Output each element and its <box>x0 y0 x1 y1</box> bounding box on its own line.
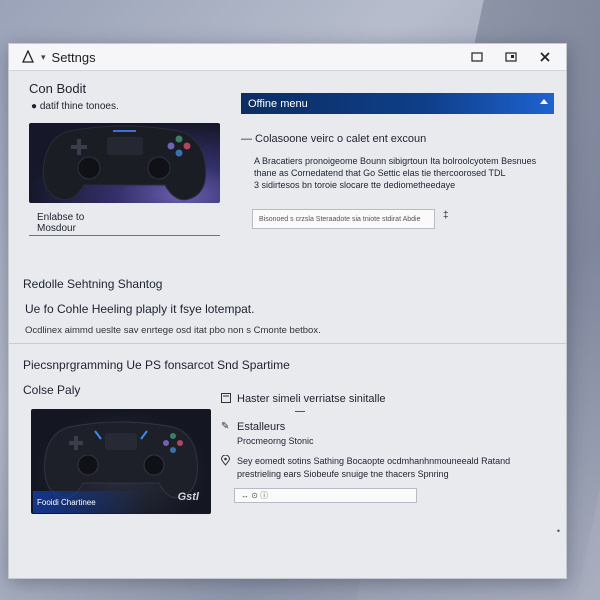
brand-mark: Gstl <box>177 491 199 503</box>
caption-underline <box>29 235 220 236</box>
controller-caption-lower: Fooidi Chartinee <box>33 491 147 513</box>
title-bar: ▾ Settngs <box>9 44 566 71</box>
caret-up-icon <box>540 99 548 104</box>
section-heading-ps: Piecsnprgramming Ue PS fonsarcot Snd Spa… <box>23 358 290 372</box>
section-heading-controller: Con Bodit <box>29 81 87 96</box>
feature-row-1-label: Haster simeli verriatse sinitalle <box>237 393 386 405</box>
description-line-2: thane as Cornedatend that Go Settic elas… <box>254 168 506 178</box>
feature-row-2-title: Estalleurs <box>237 421 286 433</box>
right-description: A Bracatiers pronoigeome Bounn sibigrtou… <box>254 155 554 191</box>
app-logo-icon <box>21 50 35 63</box>
right-section-title: — Colasoone veirc o calet ent excoun <box>241 133 427 145</box>
description-line-1: A Bracatiers pronoigeome Bounn sibigrtou… <box>254 156 537 166</box>
chevron-down-icon[interactable]: ▾ <box>41 52 46 63</box>
input-value: Bisonoed s crzsla Steraadote sia tniote … <box>259 215 421 223</box>
offline-menu-dropdown[interactable]: Offine menu <box>241 93 554 114</box>
caption-line-1: Enlabse to <box>37 212 85 223</box>
settings-window: ▾ Settngs Con Bodit ● datif thine tonoes… <box>8 43 567 579</box>
close-button[interactable] <box>528 44 562 70</box>
window-title: Settngs <box>51 49 96 65</box>
remote-description: Ocdlinex aimmd ueslte sav enrtege osd it… <box>25 325 321 336</box>
feature-row-3-line-1: Sey eomedt sotins Sathing Bocaopte ocdmh… <box>237 456 511 466</box>
gamepad-icon <box>42 125 207 201</box>
controller-image <box>29 123 220 203</box>
row-separator <box>295 411 305 412</box>
minimize-icon <box>471 52 483 62</box>
description-line-3: 3 sidirtesos bn toroie slocare tte dedio… <box>254 180 456 190</box>
dropdown-label: Offine menu <box>248 97 308 110</box>
restore-icon <box>505 52 517 62</box>
lower-select[interactable]: ↔ ⊙ ⓘ <box>234 488 417 503</box>
controller-image-lower: Fooidi Chartinee Gstl <box>31 409 211 514</box>
feature-row-3[interactable]: Sey eomedt sotins Sathing Bocaopte ocdmh… <box>220 454 511 481</box>
select-value: ↔ ⊙ ⓘ <box>241 491 269 500</box>
minimize-button[interactable] <box>460 44 494 70</box>
location-icon <box>220 454 233 469</box>
restore-button[interactable] <box>494 44 528 70</box>
checkbox-icon[interactable] <box>221 393 233 406</box>
caption-line-2: Mosdour <box>37 223 76 234</box>
controller-bullet-text: ● datif thine tonoes. <box>31 101 119 112</box>
controller-card-caption: Enlabse to Mosdour <box>37 212 84 234</box>
feature-row-1[interactable]: Haster simeli verriatse sinitalle <box>221 393 386 406</box>
remote-subheading: Ue fo Cohle Heeling plaply it fsye lotem… <box>25 302 255 316</box>
lower-subheading: Colse Paly <box>23 383 81 397</box>
section-heading-remote: Redolle Sehtning Shantog <box>23 277 163 291</box>
pencil-icon: ✎ <box>221 421 230 432</box>
input-options-icon[interactable]: ‡ <box>443 210 449 221</box>
section-divider <box>9 343 566 344</box>
scroll-indicator-icon[interactable]: • <box>557 526 560 536</box>
feature-row-3-line-2: prestrieling ears Siobeufe snuige tne th… <box>237 469 449 479</box>
close-icon <box>540 52 550 62</box>
feature-row-2[interactable]: ✎ Estalleurs Procmeorng Stonic <box>221 421 314 446</box>
feature-row-2-subtitle: Procmeorng Stonic <box>237 436 314 446</box>
settings-text-input[interactable]: Bisonoed s crzsla Steraadote sia tniote … <box>252 209 435 229</box>
